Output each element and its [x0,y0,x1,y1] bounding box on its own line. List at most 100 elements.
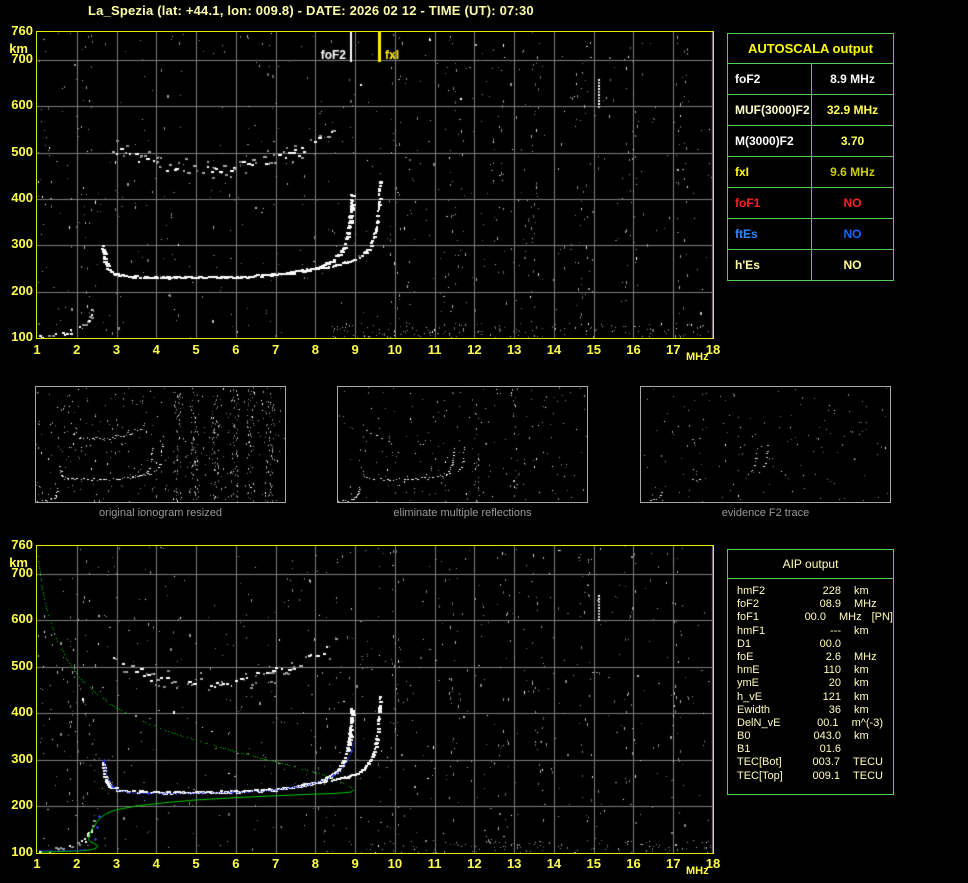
thumbnail-caption-0: original ionogram resized [99,507,222,519]
aip-cell: hmF1 [737,624,766,637]
thumbnail-panel-0 [35,386,286,503]
station-title: La_Spezia (lat: +44.1, lon: 009.8) - DAT… [88,3,534,18]
aip-cell: DelN_vE [737,716,781,729]
x-tick-label: 17 [666,342,681,357]
y-tick-label: 200 [11,797,33,813]
autoscala-value: NO [843,196,862,210]
autoscala-value: 9.6 MHz [830,165,875,179]
autoscala-row-h'Es: h'Es NO [728,250,893,280]
top-ionogram-plot [36,31,714,339]
x-tick-label: 8 [311,342,319,357]
y-tick-label: 500 [11,657,33,673]
y-axis-unit: km [9,41,28,56]
aip-cell: 003.7 [812,756,841,769]
thumbnail-canvas-1 [338,387,587,502]
y-tick-label: 760 [11,23,33,38]
aip-row-D1: D1 00.0 [737,638,893,651]
x-tick-label: 12 [467,856,482,871]
aip-cell: 00.0 [804,611,826,624]
aip-cell: 00.0 [819,637,841,650]
x-tick-label: 5 [192,856,200,871]
autoscala-row-foF1: foF1 NO [728,188,893,219]
aip-row-ymE: ymE 20 km [737,677,893,690]
aip-cell: TEC[Top] [737,769,783,782]
bottom-ionogram-canvas [37,546,713,853]
x-tick-label: 15 [586,342,601,357]
x-tick-label: 1 [33,342,41,357]
aip-cell: 36 [828,703,841,716]
x-tick-label: 7 [271,856,280,871]
aip-cell: TECU [853,756,883,769]
x-tick-label: 17 [666,856,681,871]
aip-cell: B1 [737,743,751,756]
x-tick-label: 10 [387,856,403,871]
autoscala-value: 32.9 MHz [826,103,879,117]
aip-cell: 01.6 [819,743,841,756]
aip-cell: B0 [737,730,751,743]
x-tick-label: 1 [33,856,41,871]
aip-cell: D1 [737,637,752,650]
y-tick-label: 400 [11,189,33,205]
aip-cell: MHz [838,611,862,624]
autoscala-label: ftEs [728,219,812,249]
autoscala-value: NO [843,227,862,241]
x-tick-label: 6 [232,856,240,871]
autoscala-row-M(3000)F2: M(3000)F2 3.70 [728,126,893,157]
aip-cell: MHz [854,598,877,611]
thumbnail-canvas-0 [36,387,285,502]
autoscala-label: h'Es [728,250,812,280]
aip-cell: 08.9 [819,598,841,611]
y-tick-label: 600 [11,97,33,113]
aip-row-Ewidth: Ewidth 36 km [737,704,893,717]
aip-cell: 228 [822,585,841,597]
x-tick-label: 7 [271,342,280,357]
thumbnail-caption-1: eliminate multiple reflections [393,507,532,519]
aip-row-B1: B1 01.6 [737,743,893,756]
thumbnail-caption-2: evidence F2 trace [721,507,810,519]
aip-row-foE: foE 2.6 MHz [737,651,893,664]
autoscala-row-foF2: foF2 8.9 MHz [728,64,893,95]
aip-cell: 121 [822,690,841,703]
autoscala-label: MUF(3000)F2 [728,95,812,125]
aip-cell: TECU [853,769,883,782]
aip-row-hmF1: hmF1 --- km [737,625,893,638]
aip-row-B0: B0 043.0 km [737,730,893,743]
x-tick-label: 11 [427,342,442,357]
aip-row-TEC[Bot]: TEC[Bot] 003.7 TECU [737,756,893,769]
y-tick-label: 300 [11,236,33,252]
thumbnail-panel-1 [337,386,588,503]
aip-cell: h_vE [737,690,763,703]
aip-cell: km [854,585,869,597]
x-tick-label: 5 [192,342,200,357]
x-tick-label: 12 [467,342,482,357]
aip-cell: 2.6 [825,650,841,663]
y-tick-label: 500 [11,143,33,159]
autoscala-row-fxI: fxI 9.6 MHz [728,157,893,188]
thumbnail-canvas-2 [641,387,890,502]
x-axis-unit: MHz [686,865,709,877]
x-tick-label: 3 [112,342,121,357]
x-tick-label: 4 [152,856,160,871]
autoscala-table-title: AUTOSCALA output [728,34,893,64]
aip-cell: MHz [854,650,877,663]
autoscala-label: foF1 [728,188,812,218]
autoscala-row-MUF(3000)F2: MUF(3000)F2 32.9 MHz [728,95,893,126]
aip-row-hmE: hmE 110 km [737,664,893,677]
y-tick-label: 200 [11,282,33,298]
aip-row-hmF2: hmF2 228 km [737,585,893,598]
aip-row-TEC[Top]: TEC[Top] 009.1 TECU [737,770,893,783]
aip-output-table: AIP output hmF2 228 km foF2 08.9 MHz foF1 00.0 M… [727,549,894,795]
autoscala-value: 3.70 [840,134,865,148]
aip-cell: foE [737,650,754,663]
x-tick-label: 16 [626,856,641,871]
aip-cell: km [854,624,869,637]
autoscala-value: NO [843,258,862,272]
autoscala-label: M(3000)F2 [728,126,812,156]
x-tick-label: 6 [232,342,240,357]
aip-cell: 110 [823,664,841,677]
aip-table-body: hmF2 228 km foF2 08.9 MHz foF1 00.0 MHz [PN] hmF1-… [728,579,893,783]
aip-table-title: AIP output [728,550,893,579]
y-axis-unit: km [9,555,28,570]
y-tick-label: 400 [11,704,33,720]
aip-cell: km [854,690,869,703]
